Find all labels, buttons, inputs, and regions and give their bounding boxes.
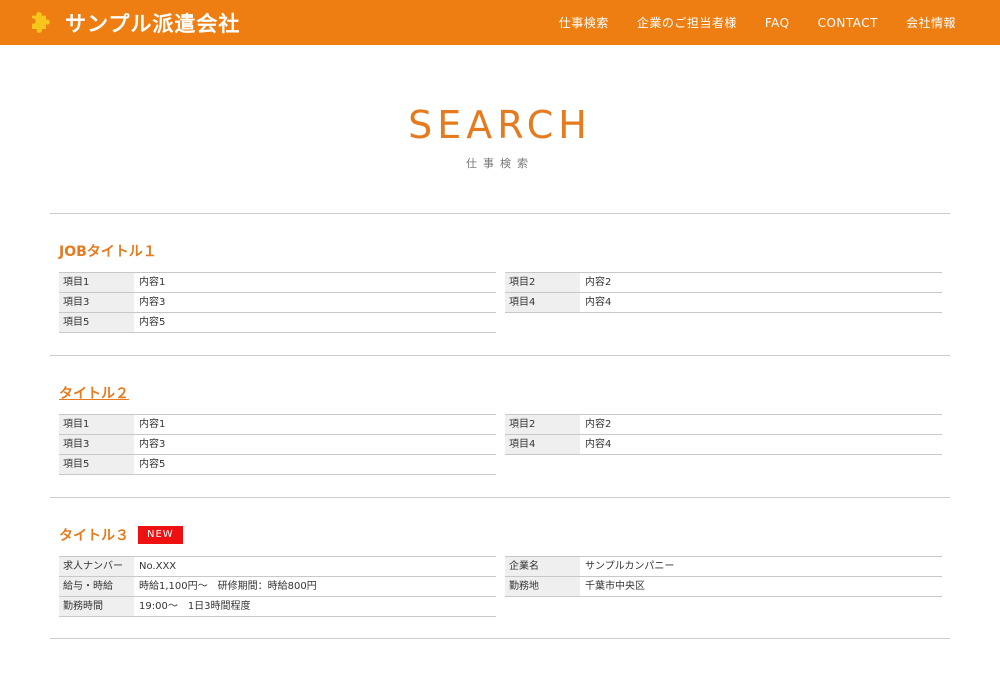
nav-company-info[interactable]: 会社情報 [906, 14, 956, 31]
page-title: SEARCH [408, 103, 592, 147]
field-label: 勤務時間 [59, 597, 134, 616]
site-logo[interactable]: サンプル派遣会社 [30, 8, 240, 38]
page-subtitle: 仕事検索 [466, 157, 534, 170]
table-row: 勤務地 千葉市中央区 [505, 577, 942, 597]
field-value: 内容4 [585, 439, 612, 450]
job-listing: タイトル３ NEW 求人ナンバー No.XXX 給与・時給 時給1,100円〜 研修… [50, 497, 950, 639]
table-row: 項目4 内容4 [505, 435, 942, 455]
job-title-link[interactable]: タイトル２ [59, 383, 129, 403]
field-value: No.XXX [139, 561, 177, 572]
field-label: 項目5 [59, 313, 134, 332]
field-label: 項目4 [505, 293, 580, 312]
field-value: 時給1,100円〜 研修期間：時給800円 [139, 581, 317, 592]
field-value: 内容1 [139, 419, 166, 430]
field-label: 項目1 [59, 415, 134, 434]
field-label: 項目3 [59, 293, 134, 312]
field-value: 内容2 [585, 419, 612, 430]
table-row: 項目2 内容2 [505, 415, 942, 435]
field-label: 項目4 [505, 435, 580, 454]
logo-text: サンプル派遣会社 [65, 11, 241, 36]
job-header: タイトル２ [59, 383, 129, 403]
nav-job-search[interactable]: 仕事検索 [559, 14, 609, 31]
field-label: 項目3 [59, 435, 134, 454]
field-label: 求人ナンバー [59, 557, 134, 576]
field-label: 項目5 [59, 455, 134, 474]
table-row: 項目4 内容4 [505, 293, 942, 313]
job-detail-table-left: 項目1 内容1 項目3 内容3 項目5 内容5 [59, 414, 496, 475]
table-row: 項目5 内容5 [59, 455, 496, 475]
job-listing: タイトル２ 項目1 内容1 項目3 内容3 項目5 内容5 項目2 内容2 項目4 内容4 [50, 355, 950, 497]
field-value: 内容3 [139, 439, 166, 450]
job-header: JOBタイトル１ [59, 241, 157, 261]
field-value: 19:00〜 1日3時間程度 [139, 601, 251, 612]
job-detail-table-right: 企業名 サンプルカンパニー 勤務地 千葉市中央区 [505, 556, 942, 597]
new-badge: NEW [138, 526, 183, 544]
job-detail-table-right: 項目2 内容2 項目4 内容4 [505, 414, 942, 455]
field-label: 企業名 [505, 557, 580, 576]
field-value: 内容5 [139, 459, 166, 470]
job-detail-table-left: 求人ナンバー No.XXX 給与・時給 時給1,100円〜 研修期間：時給800円 … [59, 556, 496, 617]
job-detail-table-left: 項目1 内容1 項目3 内容3 項目5 内容5 [59, 272, 496, 333]
nav-faq[interactable]: FAQ [765, 16, 790, 30]
job-title[interactable]: JOBタイトル１ [59, 241, 157, 261]
field-label: 給与・時給 [59, 577, 134, 596]
field-value: 内容3 [139, 297, 166, 308]
field-label: 勤務地 [505, 577, 580, 596]
site-header: サンプル派遣会社 仕事検索 企業のご担当者様 FAQ CONTACT 会社情報 [0, 0, 1000, 45]
field-value: 内容2 [585, 277, 612, 288]
job-listing: JOBタイトル１ 項目1 内容1 項目3 内容3 項目5 内容5 項目2 内容2 項目4… [50, 213, 950, 355]
table-row: 求人ナンバー No.XXX [59, 557, 496, 577]
job-detail-table-right: 項目2 内容2 項目4 内容4 [505, 272, 942, 313]
job-header: タイトル３ NEW [59, 525, 183, 545]
nav-contact[interactable]: CONTACT [818, 16, 878, 30]
table-row: 項目3 内容3 [59, 435, 496, 455]
field-label: 項目2 [505, 273, 580, 292]
field-value: 内容4 [585, 297, 612, 308]
table-row: 項目1 内容1 [59, 415, 496, 435]
field-label: 項目1 [59, 273, 134, 292]
field-value: 千葉市中央区 [585, 581, 645, 592]
main-nav: 仕事検索 企業のご担当者様 FAQ CONTACT 会社情報 [559, 0, 956, 45]
table-row: 項目3 内容3 [59, 293, 496, 313]
job-title[interactable]: タイトル３ [59, 525, 129, 545]
table-row: 勤務時間 19:00〜 1日3時間程度 [59, 597, 496, 617]
field-label: 項目2 [505, 415, 580, 434]
page-hero: SEARCH 仕事検索 [0, 100, 1000, 171]
nav-for-companies[interactable]: 企業のご担当者様 [637, 14, 737, 31]
field-value: 内容5 [139, 317, 166, 328]
table-row: 給与・時給 時給1,100円〜 研修期間：時給800円 [59, 577, 496, 597]
table-row: 項目2 内容2 [505, 273, 942, 293]
table-row: 企業名 サンプルカンパニー [505, 557, 942, 577]
field-value: 内容1 [139, 277, 166, 288]
table-row: 項目1 内容1 [59, 273, 496, 293]
puzzle-icon [32, 11, 50, 33]
table-row: 項目5 内容5 [59, 313, 496, 333]
field-value: サンプルカンパニー [585, 561, 675, 572]
